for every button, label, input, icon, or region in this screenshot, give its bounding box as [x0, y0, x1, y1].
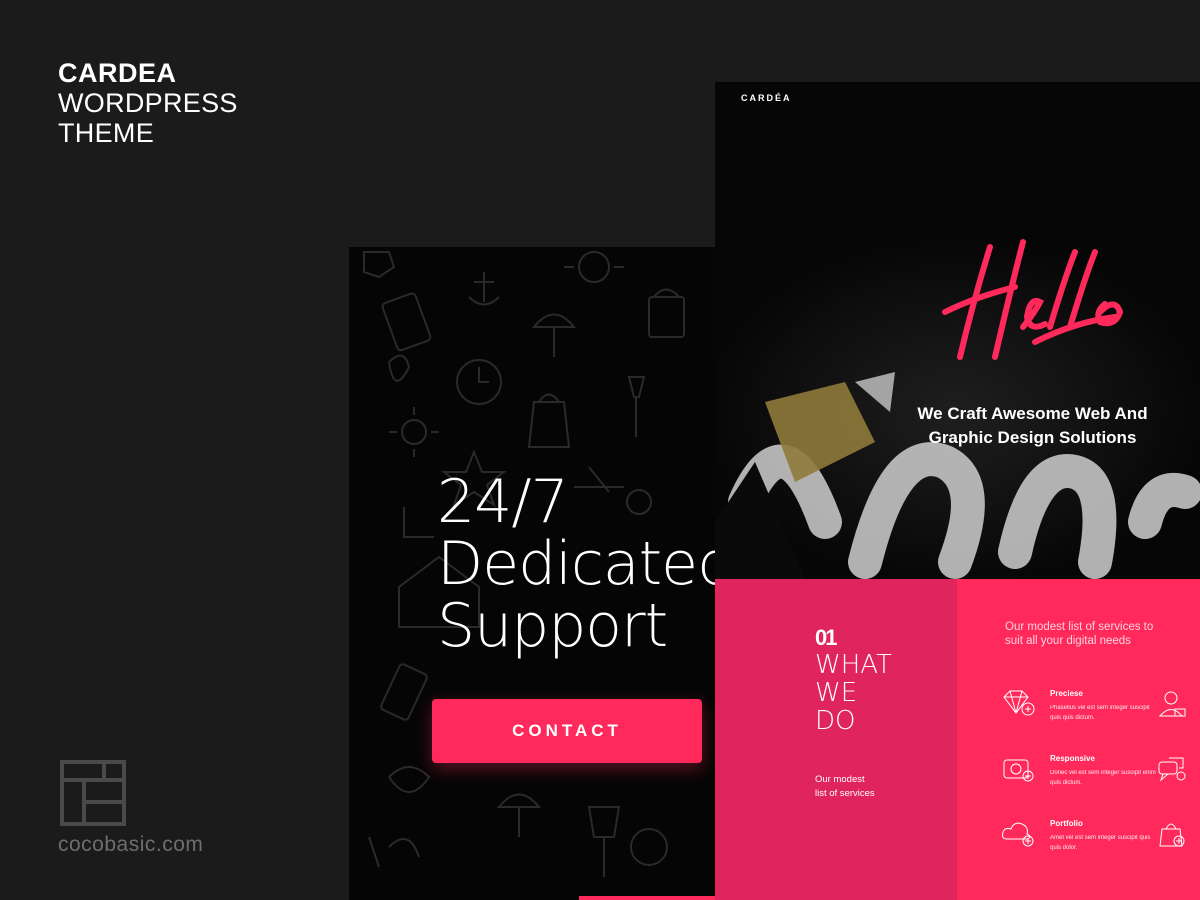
support-heading-line-2: Dedicated — [437, 529, 715, 599]
cloud-icon — [1002, 822, 1034, 847]
services-heading-line-3: DO — [815, 706, 856, 736]
brand-line-2: WORDPRESS — [58, 88, 238, 118]
service-title: Preciese — [1050, 689, 1083, 698]
service-title: Portfolio — [1050, 819, 1083, 828]
service-item-responsive[interactable]: Responsive Donec vel est sem integer sus… — [1001, 754, 1191, 804]
services-heading-line-2: WE — [815, 678, 858, 708]
site-logo[interactable]: CARDÉA — [741, 93, 792, 103]
support-heading: 24/7 Dedicated Support — [437, 471, 715, 657]
hero-tagline: We Craft Awesome Web And Graphic Design … — [865, 402, 1200, 450]
brand-name: CARDEA — [58, 58, 177, 88]
services-subtitle-line-2: list of services — [815, 788, 875, 799]
home-page-mockup: CARDÉA We Craft Awesome Web And Graphic … — [715, 82, 1200, 900]
brand-title: CARDEA WORDPRESS THEME — [58, 58, 238, 148]
camera-icon — [1003, 759, 1034, 782]
hero-tagline-line-2: Graphic Design Solutions — [928, 428, 1137, 447]
services-list: Preciese Phasellus vel est sem integer s… — [957, 579, 1200, 900]
service-title: Responsive — [1050, 754, 1095, 763]
support-heading-line-3: Support — [437, 591, 668, 661]
support-heading-line-1: 24/7 — [437, 467, 569, 537]
services-list-column: Our modest list of services to suit all … — [957, 579, 1200, 900]
layout-grid-icon — [60, 760, 126, 826]
site-url[interactable]: cocobasic.com — [58, 833, 203, 857]
services-subtitle: Our modest list of services — [815, 773, 875, 801]
diamond-icon — [1003, 690, 1035, 716]
chat-bubbles-icon — [1158, 757, 1186, 782]
support-page-mockup: 24/7 Dedicated Support CONTACT — [349, 247, 715, 900]
service-description: Donec vel est sem integer suscipit enim … — [1050, 770, 1156, 786]
brand-line-3: THEME — [58, 118, 154, 148]
accent-strip — [579, 896, 715, 900]
services-heading-line-1: WHAT — [815, 650, 892, 680]
services-section: 01 WHAT WE DO Our modest list of service… — [715, 579, 1200, 900]
section-number: 01 — [815, 625, 838, 650]
service-description: Amet vel est sem integer suscipit quis q… — [1050, 835, 1151, 851]
contact-button[interactable]: CONTACT — [432, 699, 702, 763]
hero-tagline-line-1: We Craft Awesome Web And — [917, 404, 1148, 423]
bag-icon — [1159, 823, 1185, 847]
service-item-portfolio[interactable]: Portfolio Amet vel est sem integer susci… — [1001, 819, 1191, 869]
hero-section: CARDÉA We Craft Awesome Web And Graphic … — [715, 82, 1200, 579]
hello-script-graphic — [942, 239, 1124, 360]
service-description: Phasellus vel est sem integer suscipit q… — [1050, 705, 1150, 721]
services-subtitle-line-1: Our modest — [815, 774, 865, 785]
service-item-preciese[interactable]: Preciese Phasellus vel est sem integer s… — [1001, 689, 1191, 739]
services-heading: WHAT WE DO — [815, 651, 892, 735]
user-icon — [1158, 691, 1186, 717]
services-intro-column: 01 WHAT WE DO Our modest list of service… — [715, 579, 957, 900]
